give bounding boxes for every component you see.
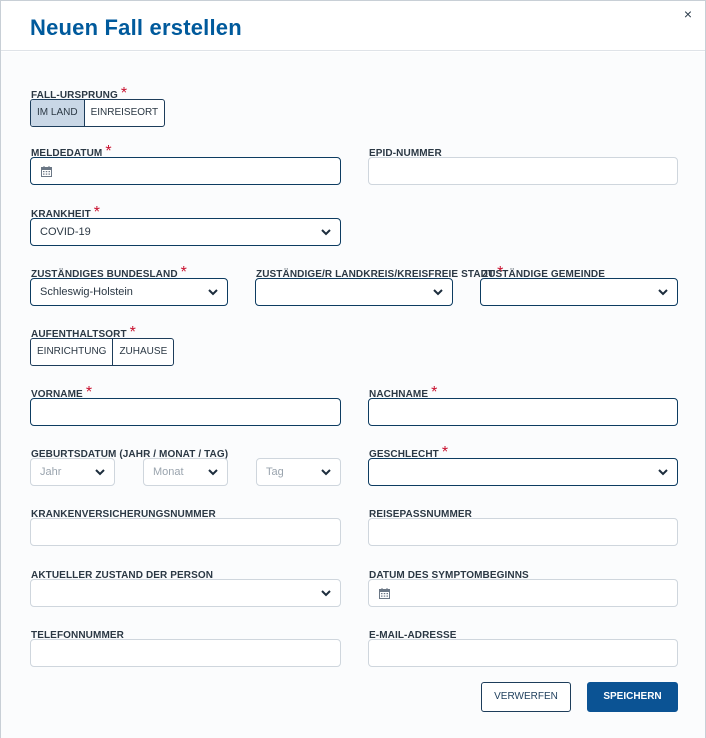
case-origin-option-domestic[interactable]: IM LAND (31, 100, 84, 126)
residence-option-home[interactable]: ZUHAUSE (112, 339, 173, 365)
first-name-input[interactable] (30, 398, 341, 426)
health-insurance-input[interactable] (30, 518, 341, 546)
passport-input[interactable] (368, 518, 678, 546)
save-button[interactable]: SPEICHERN (587, 682, 678, 712)
report-date-input[interactable] (30, 157, 341, 185)
dialog-header: Neuen Fall erstellen × (1, 1, 705, 51)
birth-year-placeholder: Jahr (40, 466, 62, 478)
residence-toggle: EINRICHTUNG ZUHAUSE (30, 338, 175, 366)
symptom-onset-input[interactable] (368, 579, 678, 607)
dialog-body: FALL-URSPRUNG * IM LAND EINREISEORT MELDE… (1, 52, 705, 738)
phone-input[interactable] (30, 639, 341, 667)
case-origin-toggle: IM LAND EINREISEORT (30, 99, 166, 127)
birth-day-placeholder: Tag (266, 466, 284, 478)
chevron-down-icon (321, 469, 331, 476)
disease-select[interactable]: COVID-19 (30, 218, 341, 246)
dialog-title: Neuen Fall erstellen (30, 15, 242, 40)
district-select[interactable] (255, 278, 453, 306)
epid-number-input[interactable] (368, 157, 678, 185)
case-origin-option-entry-point[interactable]: EINREISEORT (83, 100, 165, 126)
condition-select[interactable] (30, 579, 341, 607)
chevron-down-icon (658, 289, 668, 296)
municipality-select[interactable] (480, 278, 678, 306)
birth-day-select[interactable]: Tag (256, 458, 341, 486)
discard-button[interactable]: VERWERFEN (481, 682, 571, 712)
last-name-input[interactable] (368, 398, 678, 426)
disease-value: COVID-19 (40, 226, 91, 238)
chevron-down-icon (208, 469, 218, 476)
state-value: Schleswig-Holstein (40, 286, 133, 298)
email-input[interactable] (368, 639, 678, 667)
calendar-icon (41, 166, 52, 177)
create-case-dialog: Neuen Fall erstellen × FALL-URSPRUNG * IM… (0, 0, 706, 738)
calendar-icon (379, 588, 390, 599)
chevron-down-icon (208, 289, 218, 296)
birth-month-select[interactable]: Monat (143, 458, 228, 486)
residence-option-facility[interactable]: EINRICHTUNG (31, 339, 112, 365)
chevron-down-icon (658, 469, 668, 476)
birth-year-select[interactable]: Jahr (30, 458, 115, 486)
state-select[interactable]: Schleswig-Holstein (30, 278, 228, 306)
chevron-down-icon (321, 590, 331, 597)
close-icon[interactable]: × (681, 7, 695, 21)
chevron-down-icon (95, 469, 105, 476)
sex-select[interactable] (368, 458, 678, 486)
chevron-down-icon (321, 229, 331, 236)
chevron-down-icon (433, 289, 443, 296)
birth-month-placeholder: Monat (153, 466, 184, 478)
